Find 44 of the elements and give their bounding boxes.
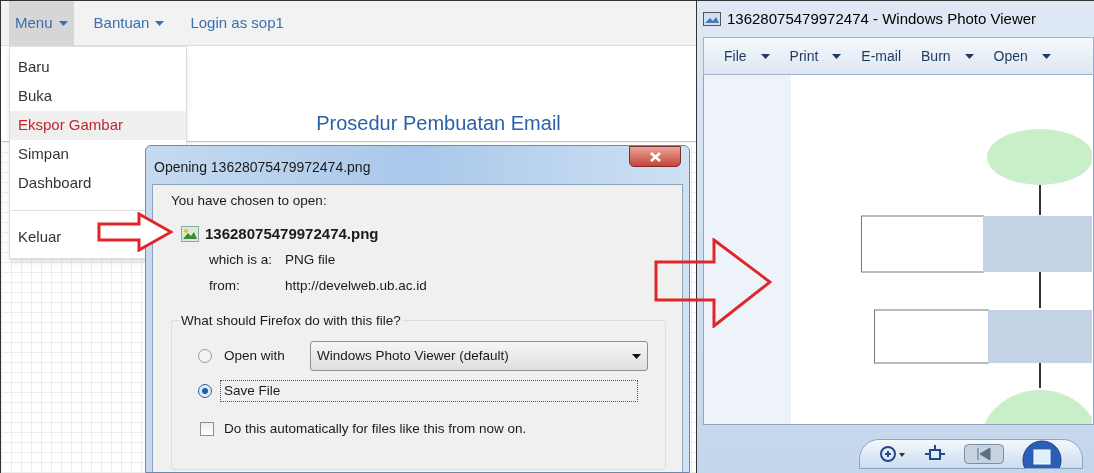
zoom-icon[interactable]	[879, 445, 906, 463]
radio-button[interactable]	[198, 349, 212, 363]
radio-label[interactable]: Open with	[220, 344, 296, 368]
fit-window-icon[interactable]	[923, 445, 946, 463]
file-type: PNG file	[285, 250, 337, 269]
arrow-icon	[654, 238, 772, 328]
toolbar-menu[interactable]: Burn	[921, 45, 974, 67]
toolbar-menu[interactable]: File	[724, 45, 770, 67]
image-file-icon	[181, 226, 199, 243]
previous-icon[interactable]	[963, 444, 1004, 464]
toolbar-menu[interactable]: Print	[789, 45, 842, 67]
menu-item[interactable]: Baru	[10, 53, 186, 82]
file-name: 13628075479972474.png	[205, 224, 379, 244]
caret-icon	[832, 53, 842, 59]
arrow-icon	[97, 212, 173, 252]
toolbar-menu[interactable]: E-mail	[861, 45, 902, 67]
from-label: from:	[209, 276, 241, 295]
page-title: Prosedur Pembuatan Email	[316, 111, 561, 136]
radio-button[interactable]	[198, 384, 212, 398]
nav-menu[interactable]: Menu	[9, 1, 74, 45]
close-icon	[649, 151, 661, 162]
app-dropdown[interactable]: Windows Photo Viewer (default)	[310, 341, 648, 371]
checkbox-label[interactable]: Do this automatically for files like this from now on.	[224, 419, 527, 440]
radio-label[interactable]: Save File	[220, 379, 638, 403]
caret-icon	[964, 53, 974, 59]
menu-item[interactable]: Ekspor Gambar	[10, 111, 186, 140]
caret-icon	[58, 20, 68, 26]
caret-icon	[632, 353, 641, 359]
checkbox[interactable]	[200, 422, 214, 437]
close-button[interactable]	[629, 146, 681, 167]
dialog-intro: You have chosen to open:	[171, 192, 328, 210]
nav-menu[interactable]: Login as sop1	[184, 1, 290, 45]
dialog-title: Opening 13628075479972474.png	[154, 158, 371, 177]
caret-icon	[760, 53, 770, 59]
picture-icon	[703, 12, 721, 26]
caret-icon	[155, 20, 165, 26]
source-url: http://develweb.ub.ac.id	[285, 276, 427, 295]
type-label: which is a:	[209, 250, 274, 269]
nav-menu[interactable]: Bantuan	[87, 1, 171, 45]
window-title: 13628075479972474 - Windows Photo Viewer	[727, 8, 1037, 29]
menu-item[interactable]: Buka	[10, 82, 186, 111]
slideshow-button-icon[interactable]	[1021, 440, 1062, 468]
toolbar-menu[interactable]: Open	[993, 45, 1051, 67]
caret-icon	[1041, 53, 1051, 59]
